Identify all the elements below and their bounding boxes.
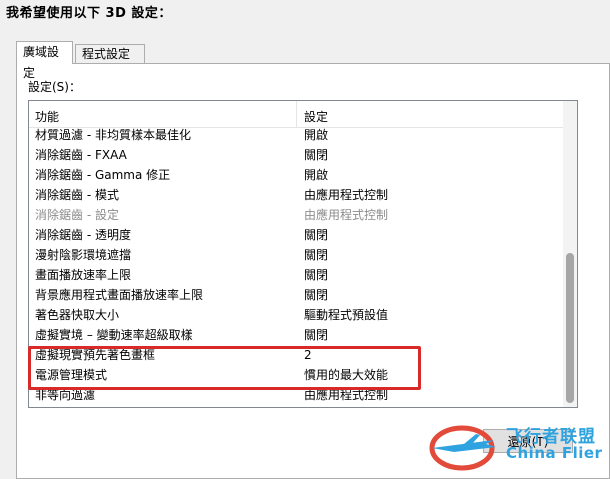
value-cell: 由應用程式控制 (304, 188, 389, 202)
table-row[interactable]: 消除鋸齒 - 透明度 關閉 (29, 225, 564, 245)
feature-cell: 消除鋸齒 - 設定 (35, 208, 119, 222)
value-cell: 開啟 (304, 168, 329, 182)
plane-logo-icon (429, 425, 496, 471)
feature-cell: 消除鋸齒 - 透明度 (35, 228, 131, 242)
table-row[interactable]: 著色器快取大小 驅動程式預設值 (29, 305, 564, 325)
feature-cell: 消除鋸齒 - Gamma 修正 (35, 168, 171, 182)
feature-cell: 畫面播放速率上限 (35, 268, 132, 282)
table-row[interactable]: 背景應用程式畫面播放速率上限 關閉 (29, 285, 564, 305)
feature-cell: 漫射陰影環境遮擋 (35, 248, 132, 262)
value-cell: 開啟 (304, 128, 329, 142)
tab-program-settings[interactable]: 程式設定 (75, 44, 145, 63)
list-header: 功能 設定 (29, 101, 564, 128)
value-cell: 關閉 (304, 268, 329, 282)
feature-cell: 消除鋸齒 - 模式 (35, 188, 119, 202)
feature-cell: 材質過濾 - 非均質樣本最佳化 (35, 128, 191, 142)
value-cell: 關閉 (304, 248, 329, 262)
watermark-english-text: China Flier (506, 444, 603, 462)
table-row[interactable]: 消除鋸齒 - 設定 由應用程式控制 (29, 205, 564, 225)
value-cell: 關閉 (304, 228, 329, 242)
table-row[interactable]: 畫面播放速率上限 關閉 (29, 265, 564, 285)
tab-global-settings[interactable]: 廣域設定 (16, 41, 73, 80)
feature-cell: 虛擬實境 – 變動速率超級取樣 (35, 328, 193, 342)
watermark: 飞行者联盟 China Flier (424, 414, 610, 479)
red-highlight-box (28, 346, 421, 390)
value-cell: 關閉 (304, 148, 329, 162)
column-separator[interactable] (296, 101, 297, 127)
value-cell: 驅動程式預設值 (304, 308, 389, 322)
value-cell: 關閉 (304, 328, 329, 342)
table-row[interactable]: 漫射陰影環境遮擋 關閉 (29, 245, 564, 265)
table-row[interactable]: 虛擬實境 – 變動速率超級取樣 關閉 (29, 325, 564, 345)
vertical-scrollbar[interactable] (563, 101, 577, 407)
table-row[interactable]: 消除鋸齒 - Gamma 修正 開啟 (29, 165, 564, 185)
table-row[interactable]: 消除鋸齒 - FXAA 關閉 (29, 145, 564, 165)
header-feature[interactable]: 功能 (35, 108, 59, 125)
table-row[interactable]: 消除鋸齒 - 模式 由應用程式控制 (29, 185, 564, 205)
value-cell: 關閉 (304, 288, 329, 302)
table-row[interactable]: 材質過濾 - 非均質樣本最佳化 開啟 (29, 125, 564, 145)
page-heading: 我希望使用以下 3D 設定： (6, 6, 172, 21)
feature-cell: 消除鋸齒 - FXAA (35, 148, 127, 162)
feature-cell: 著色器快取大小 (35, 308, 120, 322)
scrollbar-thumb[interactable] (566, 253, 574, 403)
header-setting[interactable]: 設定 (304, 108, 328, 125)
feature-cell: 背景應用程式畫面播放速率上限 (35, 288, 204, 302)
settings-label: 設定(S)： (28, 80, 81, 94)
value-cell: 由應用程式控制 (304, 208, 389, 222)
